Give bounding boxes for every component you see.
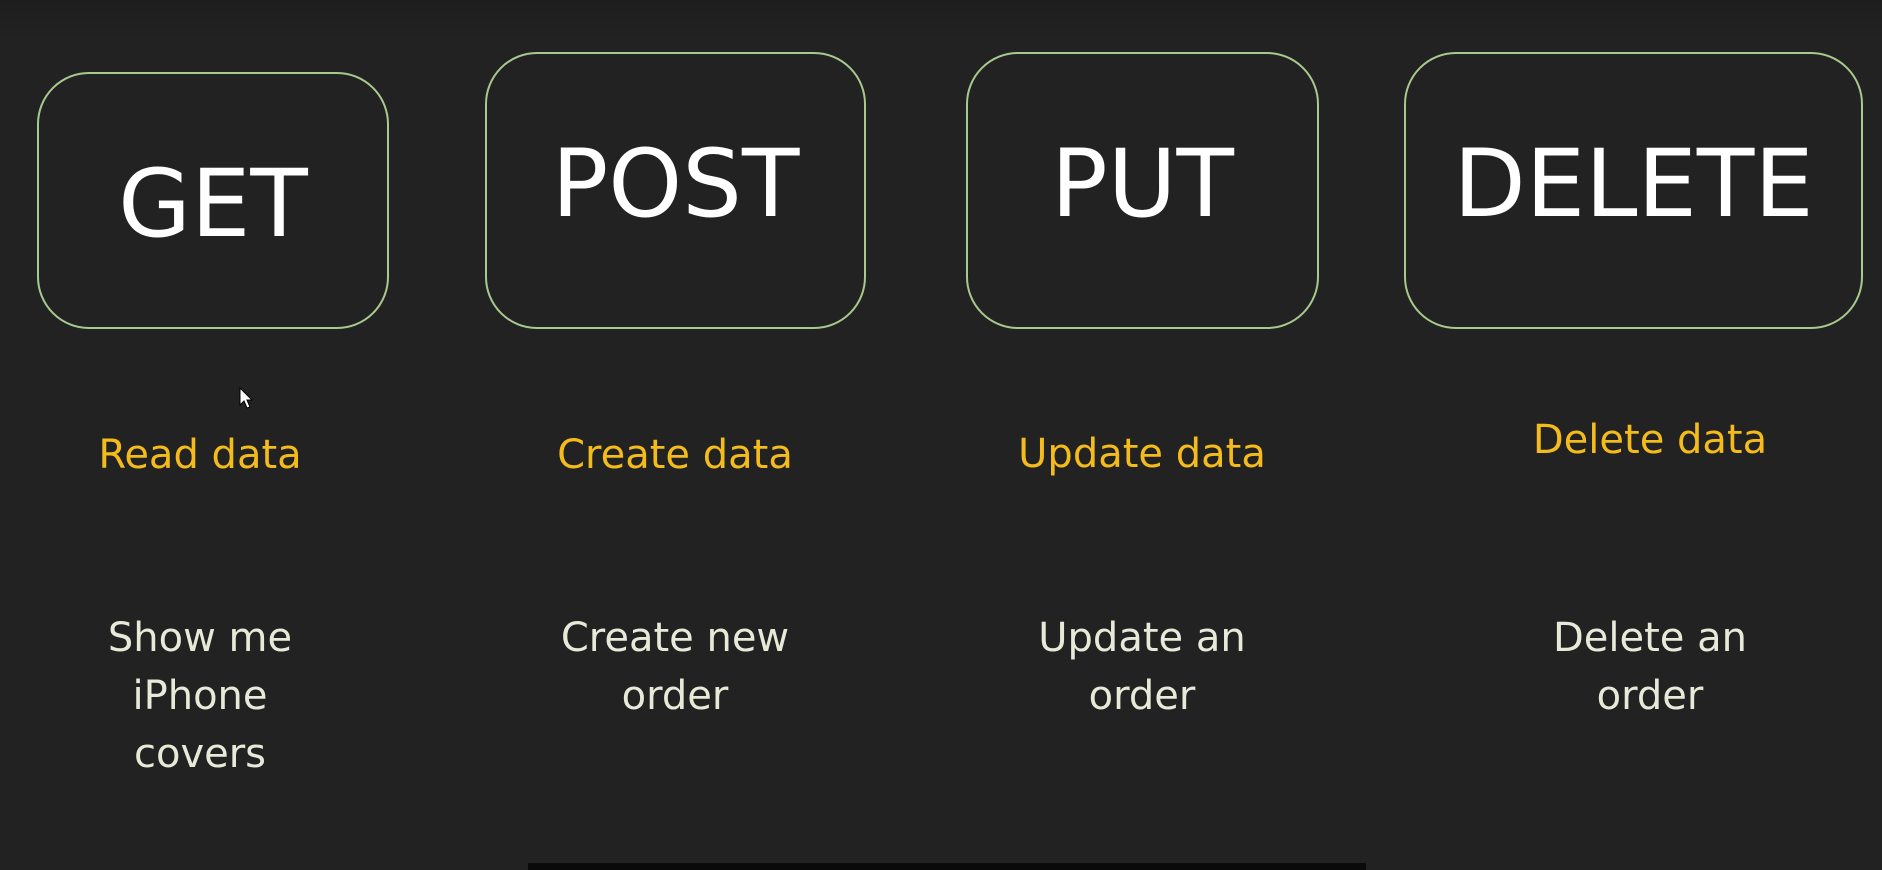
put-example-text: Update an order <box>1038 615 1246 719</box>
delete-method-label: DELETE <box>1453 129 1814 239</box>
get-action-label: Read data <box>98 432 302 478</box>
post-example-text: Create new order <box>560 615 790 719</box>
delete-method-box: DELETE <box>1404 52 1863 329</box>
post-action-label: Create data <box>557 432 793 478</box>
get-method-box: GET <box>37 72 389 329</box>
mouse-pointer-icon <box>239 387 253 409</box>
put-method-label: PUT <box>1051 129 1234 239</box>
delete-example-text: Delete an order <box>1552 615 1747 719</box>
get-example-text: Show me iPhone covers <box>107 615 293 777</box>
http-methods-slide: GET Read data Show me iPhone covers POST… <box>0 0 1882 870</box>
video-bottom-bar <box>528 863 1366 870</box>
get-method-label: GET <box>118 149 308 259</box>
post-method-box: POST <box>485 52 866 329</box>
delete-action-label: Delete data <box>1532 417 1768 463</box>
put-action-label: Update data <box>1018 431 1266 477</box>
put-method-box: PUT <box>966 52 1319 329</box>
post-method-label: POST <box>551 129 800 239</box>
